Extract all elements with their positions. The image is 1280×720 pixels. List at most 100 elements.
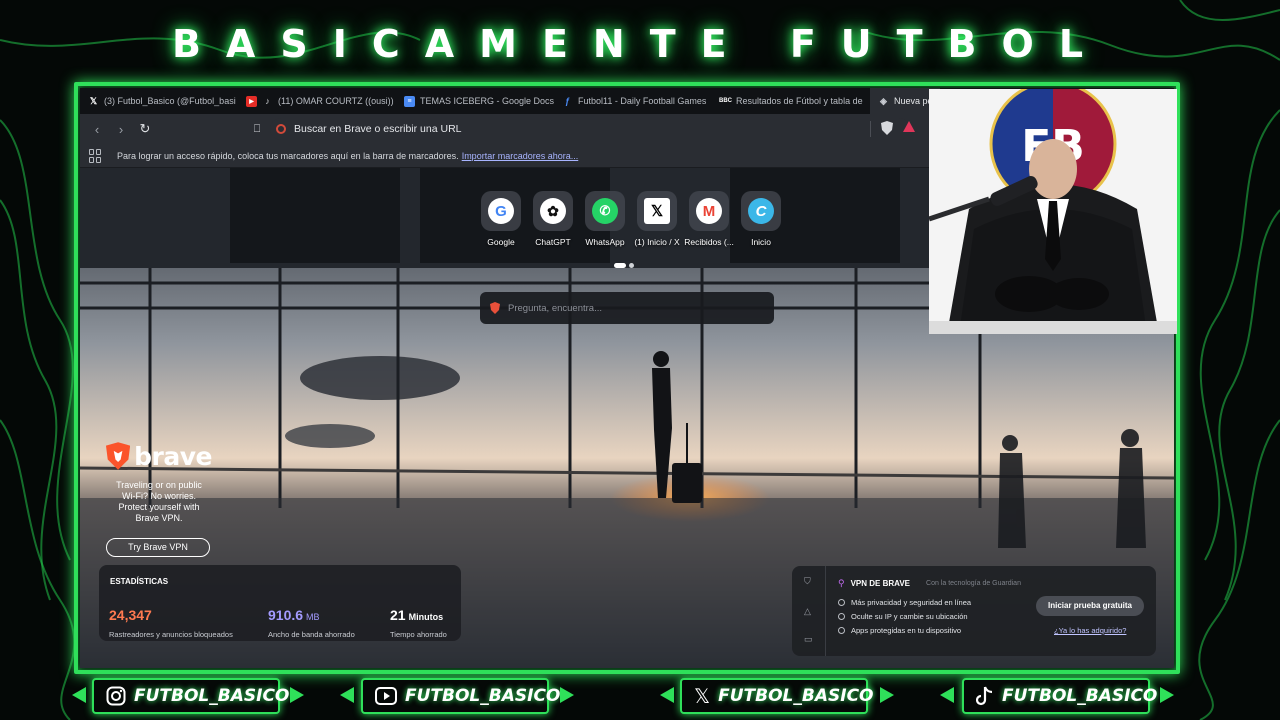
arrow-decoration bbox=[290, 687, 304, 703]
arrow-decoration bbox=[72, 687, 86, 703]
google-icon: G bbox=[488, 198, 514, 224]
webcam-presenter-image: FB bbox=[929, 89, 1177, 334]
stats-widget: ESTADÍSTICAS 24,347 Rastreadores y anunc… bbox=[99, 565, 461, 641]
arrow-decoration bbox=[1160, 687, 1174, 703]
tab-twitter[interactable]: 𝕏 (3) Futbol_Basico (@Futbol_basi bbox=[80, 88, 238, 114]
vpn-feature: Más privacidad y seguridad en línea bbox=[838, 598, 971, 607]
shortcut-whatsapp[interactable]: ✆ WhatsApp bbox=[582, 191, 628, 247]
feature-text: Oculte su IP y cambie su ubicación bbox=[851, 612, 968, 621]
vpn-header: ⚲ VPN DE BRAVE Con la tecnología de Guar… bbox=[838, 578, 1021, 589]
tab-title: (11) OMAR COURTZ ((ousi)) bbox=[278, 96, 394, 106]
social-x[interactable]: 𝕏 FUTBOL_BASICO bbox=[680, 678, 874, 714]
vpn-powered-by: Con la tecnología de Guardian bbox=[926, 580, 1021, 587]
stat-label: Rastreadores y anuncios bloqueados bbox=[109, 630, 233, 639]
tab-title: Futbol11 - Daily Football Games bbox=[578, 96, 707, 106]
brave-vpn-promo: brave Traveling or on public Wi-Fi? No w… bbox=[106, 440, 212, 557]
divider bbox=[870, 121, 871, 137]
try-brave-vpn-button[interactable]: Try Brave VPN bbox=[106, 538, 210, 557]
x-icon: 𝕏 bbox=[89, 95, 98, 106]
x-icon: 𝕏 bbox=[694, 685, 711, 708]
vpn-card: ⛉ △ ▭ ⚲ VPN DE BRAVE Con la tecnología d… bbox=[792, 566, 1156, 656]
tab-youtube[interactable]: ▶ ♪ (11) OMAR COURTZ ((ousi)) bbox=[238, 88, 396, 114]
bbc-icon: BBC bbox=[719, 98, 732, 104]
check-icon bbox=[838, 627, 845, 634]
vpn-shield-icon[interactable]: ⛉ bbox=[804, 576, 811, 587]
youtube-icon bbox=[375, 685, 397, 707]
shortcut-tile: G bbox=[481, 191, 521, 231]
card-icon[interactable]: ▭ bbox=[804, 634, 813, 645]
brave-search-icon bbox=[490, 302, 500, 314]
warning-icon[interactable]: △ bbox=[804, 606, 811, 617]
futbol11-icon: ƒ bbox=[564, 96, 570, 106]
shortcut-google[interactable]: G Google bbox=[478, 191, 524, 247]
vpn-feature: Oculte su IP y cambie su ubicación bbox=[838, 612, 968, 621]
tab-bbc[interactable]: BBC Resultados de Fútbol y tabla de bbox=[712, 88, 870, 114]
search-box[interactable]: Pregunta, encuentra... bbox=[480, 292, 774, 324]
shortcut-label: Google bbox=[487, 237, 515, 247]
tab-title: Nueva pe bbox=[894, 96, 933, 106]
apps-icon[interactable] bbox=[89, 148, 103, 163]
shortcut-tile: ✆ bbox=[585, 191, 625, 231]
social-handle: FUTBOL_BASICO bbox=[405, 686, 561, 706]
brave-rewards-icon[interactable] bbox=[903, 121, 915, 133]
stat-trackers: 24,347 Rastreadores y anuncios bloqueado… bbox=[109, 607, 233, 639]
social-handle: FUTBOL_BASICO bbox=[1002, 686, 1158, 706]
arrow-decoration bbox=[340, 687, 354, 703]
feature-text: Más privacidad y seguridad en línea bbox=[851, 598, 972, 607]
gmail-icon: M bbox=[696, 198, 722, 224]
import-bookmarks-link[interactable]: Importar marcadores ahora... bbox=[462, 151, 579, 161]
shortcut-label: (1) Inicio / X bbox=[634, 237, 680, 247]
google-docs-icon: ≡ bbox=[404, 95, 415, 107]
tab-title: (3) Futbol_Basico (@Futbol_basi bbox=[104, 96, 236, 106]
x-icon: 𝕏 bbox=[644, 198, 670, 224]
search-engine-icon bbox=[276, 124, 286, 134]
shortcut-label: ChatGPT bbox=[535, 237, 571, 247]
brave-icon: ◈ bbox=[880, 95, 887, 106]
arrow-decoration bbox=[660, 687, 674, 703]
tiktok-icon bbox=[976, 685, 994, 707]
toolbar-right bbox=[870, 121, 915, 137]
webcam-overlay: FB bbox=[929, 89, 1177, 334]
brave-lion-icon bbox=[106, 442, 131, 470]
back-button[interactable]: ‹ bbox=[86, 118, 108, 140]
arrow-decoration bbox=[560, 687, 574, 703]
vpn-title: VPN DE BRAVE bbox=[850, 579, 911, 588]
stat-unit: Minutos bbox=[408, 612, 444, 622]
shortcut-canva[interactable]: C Inicio bbox=[738, 191, 784, 247]
social-youtube[interactable]: FUTBOL_BASICO bbox=[361, 678, 560, 714]
address-bar[interactable]: Buscar en Brave o escribir una URL bbox=[270, 118, 910, 140]
already-purchased-link[interactable]: ¿Ya lo has adquirido? bbox=[1054, 626, 1126, 635]
start-trial-button[interactable]: Iniciar prueba gratuita bbox=[1036, 596, 1144, 616]
stat-label: Ancho de banda ahorrado bbox=[268, 630, 355, 639]
stat-value: 910.6 bbox=[268, 607, 304, 623]
shortcut-tile: ✿ bbox=[533, 191, 573, 231]
shortcut-chatgpt[interactable]: ✿ ChatGPT bbox=[530, 191, 576, 247]
bookmark-icon[interactable]: ⎕ bbox=[246, 118, 268, 140]
tab-title: Resultados de Fútbol y tabla de bbox=[736, 96, 863, 106]
tab-google-docs[interactable]: ≡ TEMAS ICEBERG - Google Docs bbox=[396, 88, 554, 114]
stats-title: ESTADÍSTICAS bbox=[110, 577, 169, 586]
shortcut-label: Recibidos (... bbox=[684, 237, 734, 247]
pagination-dots[interactable] bbox=[614, 263, 634, 268]
reload-button[interactable]: ↻ bbox=[134, 118, 156, 140]
social-instagram[interactable]: FUTBOL_BASICO bbox=[92, 678, 289, 714]
brave-logo: brave bbox=[106, 440, 212, 472]
stat-bandwidth: 910.6 MB Ancho de banda ahorrado bbox=[268, 607, 355, 639]
widget-switcher: ⛉ △ ▭ bbox=[792, 566, 826, 656]
social-tiktok[interactable]: FUTBOL_BASICO bbox=[962, 678, 1157, 714]
check-icon bbox=[838, 613, 845, 620]
tab-futbol11[interactable]: ƒ Futbol11 - Daily Football Games bbox=[554, 88, 712, 114]
shortcut-label: Inicio bbox=[751, 237, 771, 247]
forward-button[interactable]: › bbox=[110, 118, 132, 140]
brave-shields-icon[interactable] bbox=[881, 121, 893, 135]
banner-title: BASICAMENTE FUTBOL bbox=[171, 22, 1109, 66]
stream-overlay: BASICAMENTE FUTBOL 𝕏 (3) Futbol_Basico (… bbox=[0, 0, 1280, 720]
shortcut-gmail[interactable]: M Recibidos (... bbox=[684, 191, 734, 247]
feature-text: Apps protegidas en tu dispositivo bbox=[851, 626, 962, 635]
stat-value: 24,347 bbox=[109, 607, 152, 623]
shortcut-label: WhatsApp bbox=[585, 237, 625, 247]
instagram-icon bbox=[106, 685, 126, 707]
social-bar: FUTBOL_BASICO FUTBOL_BASICO 𝕏 FUTBOL_BAS… bbox=[0, 677, 1280, 717]
shortcut-x[interactable]: 𝕏 (1) Inicio / X bbox=[634, 191, 680, 247]
tab-title: TEMAS ICEBERG - Google Docs bbox=[420, 96, 554, 106]
